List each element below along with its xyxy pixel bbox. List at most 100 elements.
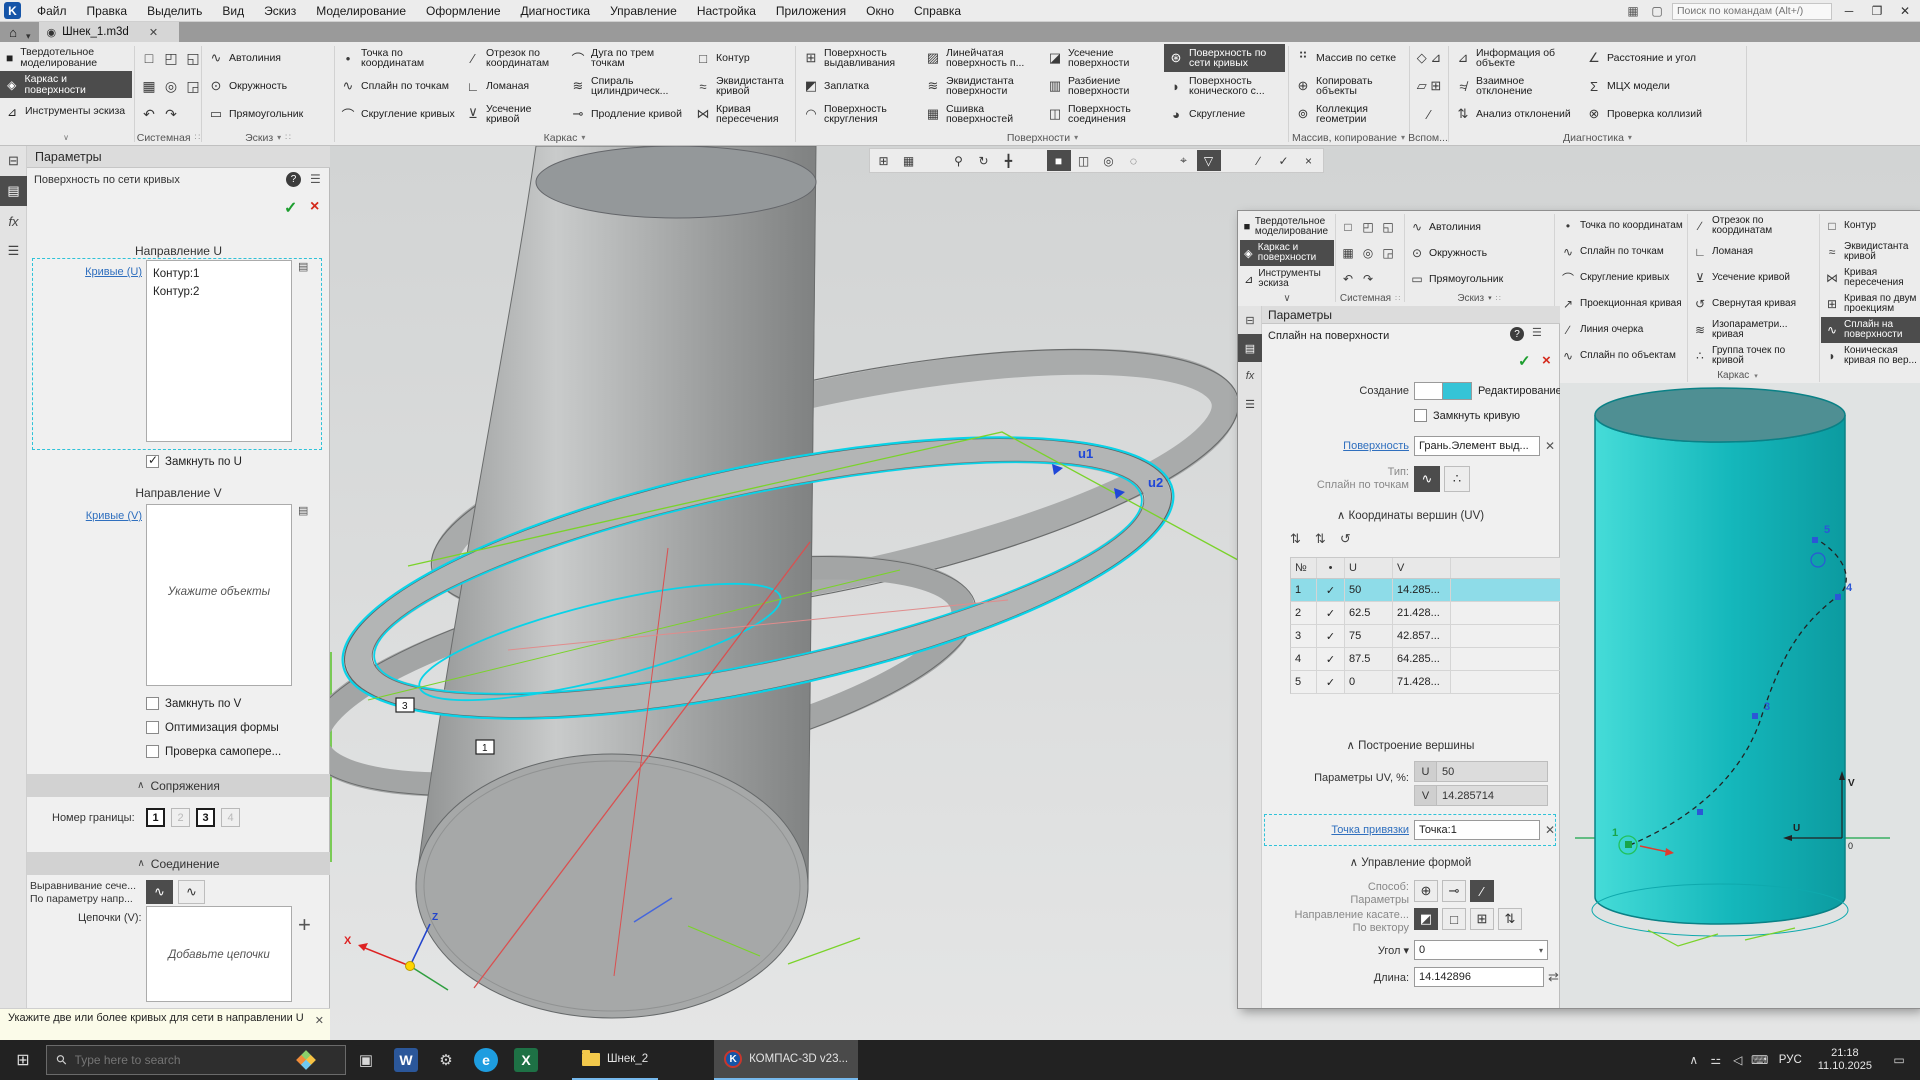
system-toolbar-icon[interactable]: ↷ [160,100,182,128]
list-settings-icon[interactable]: ▤ [298,260,308,273]
tangent-mode-icon[interactable]: ⊸ [1442,880,1466,902]
close-v-checkbox[interactable]: Замкнуть по V [146,697,241,710]
notification-center-icon[interactable]: ▭ [1882,1053,1916,1067]
command-search-input[interactable] [1672,3,1832,20]
tab-close-icon[interactable]: ✕ [149,26,158,39]
ribbon-tab[interactable]: ⊿ Инструменты эскиза [0,98,132,125]
ribbon-item[interactable]: ∿Автолиния [204,44,332,72]
ribbon-item[interactable]: ⠛Массив по сетке [1291,44,1407,72]
monitor-icon[interactable]: ▢ [1648,4,1666,18]
viewport-tool-button[interactable] [1222,150,1246,171]
viewport-tool-button[interactable]: ◎ [1097,150,1121,171]
u-param-field[interactable]: U50 [1414,761,1548,782]
ribbon-item[interactable]: ⊙Окружность [204,72,332,100]
chains-list[interactable]: Добавьте цепочки [146,906,292,1002]
menu-item[interactable]: Справка [906,2,969,20]
ribbon-item[interactable]: ⊿Информация об объекте [1451,44,1578,72]
ribbon-item[interactable]: ↺Свернутая кривая [1689,291,1819,317]
list-settings-icon[interactable]: ▤ [298,504,308,517]
align-t-toggle[interactable]: ∿ [146,880,173,904]
shape-control-section[interactable]: ∧ Управление формой [1262,855,1559,869]
table-row[interactable]: 5 ✓ 0 71.428... [1290,671,1574,694]
ribbon-item[interactable]: ⊛Поверхность по сети кривых [1164,44,1285,72]
viewport-tool-button[interactable] [922,150,946,171]
length-field[interactable]: 14.142896 [1414,967,1544,987]
list-item[interactable]: Контур:1 [153,265,285,283]
ribbon-icon-pair[interactable]: ◇ ⊿ [1412,44,1446,72]
word-icon[interactable]: W [386,1040,426,1080]
system-toolbar-icon[interactable]: ◲ [1378,240,1398,266]
border-4-button[interactable]: 4 [221,808,240,827]
ribbon-item[interactable]: ▭Прямоугольник [1406,266,1552,292]
ribbon-collapse[interactable]: ∨ [0,130,132,145]
close-curve-checkbox[interactable]: Замкнуть кривую [1414,409,1520,422]
border-1-button[interactable]: 1 [146,808,165,827]
curves-v-link[interactable]: Кривые (V) [34,510,142,522]
ribbon-item[interactable]: ∴Группа точек по кривой [1689,343,1819,369]
ribbon-item[interactable]: ∕Линия очерка [1557,317,1687,343]
clock[interactable]: 21:1811.10.2025 [1810,1047,1880,1073]
ribbon-item[interactable]: ◠Поверхность скругления [799,100,917,128]
menu-item[interactable]: Правка [79,2,136,20]
tray-icon[interactable]: ⌨ [1749,1053,1771,1067]
ribbon-item[interactable]: ∿Сплайн на поверхности [1821,317,1920,343]
ribbon-item[interactable]: ◫Поверхность соединения [1043,100,1161,128]
ribbon-item[interactable]: ⊸Продление кривой [566,100,688,128]
viewport-tool-button[interactable]: ⊞ [872,150,896,171]
mode-create-label[interactable]: Создание [1302,385,1409,397]
close-u-checkbox[interactable]: Замкнуть по U [146,455,242,468]
conjugation-section[interactable]: ∧Сопряжения [27,774,330,797]
menu-item[interactable]: Выделить [139,2,210,20]
ribbon-tab[interactable]: ◈ Каркас и поверхности [0,71,132,98]
fx-variables-icon[interactable]: fx [0,206,27,236]
system-toolbar-icon[interactable]: ↷ [1358,266,1378,292]
viewport-tool-button[interactable]: ✓ [1272,150,1296,171]
ribbon-icon-pair[interactable]: ∕ [1412,100,1446,128]
ribbon-item[interactable]: ◗Коническая кривая по вер... [1821,343,1920,369]
ribbon-item[interactable]: ⊙Окружность [1406,240,1552,266]
taskbar-search-input[interactable] [75,1053,285,1067]
parameters-icon[interactable]: ▤ [0,176,27,206]
viewport-tool-button[interactable]: ▽ [1197,150,1221,171]
ribbon-item[interactable]: ≉Взаимное отклонение [1451,72,1578,100]
ribbon-item[interactable]: □Контур [691,44,793,72]
surface-link[interactable]: Поверхность [1302,440,1409,452]
align-l-toggle[interactable]: ∿ [178,880,205,904]
system-toolbar-icon[interactable]: ◎ [160,72,182,100]
cancel-icon[interactable]: × [310,198,319,216]
tree-view-icon[interactable]: ⊟ [0,146,27,176]
menu-item[interactable]: Окно [858,2,902,20]
ribbon-item[interactable]: ⊕Копировать объекты [1291,72,1407,100]
ribbon-item[interactable]: □Контур [1821,213,1920,239]
screen-settings-icon[interactable]: ▦ [1624,4,1642,18]
menu-item[interactable]: Эскиз [256,2,304,20]
mode-edit-label[interactable]: Редактирование [1478,385,1562,397]
ribbon-item[interactable]: ⊞Поверхность выдавливания [799,44,917,72]
minimize-button[interactable]: ─ [1838,4,1860,18]
ribbon-item[interactable]: ⊻Усечение кривой [461,100,563,128]
system-toolbar-icon[interactable]: ↶ [138,100,160,128]
move-up-icon[interactable]: ⇅ [1290,531,1301,547]
viewport-tool-button[interactable]: ■ [1047,150,1071,171]
plane-icon[interactable]: □ [1442,908,1466,930]
mode-toggle[interactable] [1414,382,1472,400]
ribbon-item[interactable]: ◪Усечение поверхности [1043,44,1161,72]
ribbon-item[interactable]: ≋Эквидистанта поверхности [921,72,1039,100]
home-button[interactable]: ⌂ [0,22,26,42]
table-row[interactable]: 2 ✓ 62.5 21.428... [1290,602,1574,625]
viewport-tool-button[interactable]: × [1297,150,1321,171]
viewport-tool-button[interactable]: ◫ [1072,150,1096,171]
menu-icon[interactable]: ☰ [1238,390,1262,418]
add-chain-button[interactable]: + [298,912,311,938]
viewport-tool-button[interactable]: ⚲ [947,150,971,171]
system-toolbar-icon[interactable]: ◱ [1378,214,1398,240]
table-row[interactable]: 3 ✓ 75 42.857... [1290,625,1574,648]
border-3-button[interactable]: 3 [196,808,215,827]
edge-browser-icon[interactable]: e [466,1040,506,1080]
ribbon-item[interactable]: ◩Заплатка [799,72,917,100]
ribbon-item[interactable]: ⌒Скругление кривых [1557,265,1687,291]
start-button[interactable]: ⊞ [0,1040,46,1080]
ribbon-item[interactable]: ◗Поверхность конического с... [1164,72,1285,100]
angle-combo[interactable]: 0▾ [1414,940,1548,960]
ribbon-tab[interactable]: ■Твердотельное моделирование [1240,214,1334,240]
